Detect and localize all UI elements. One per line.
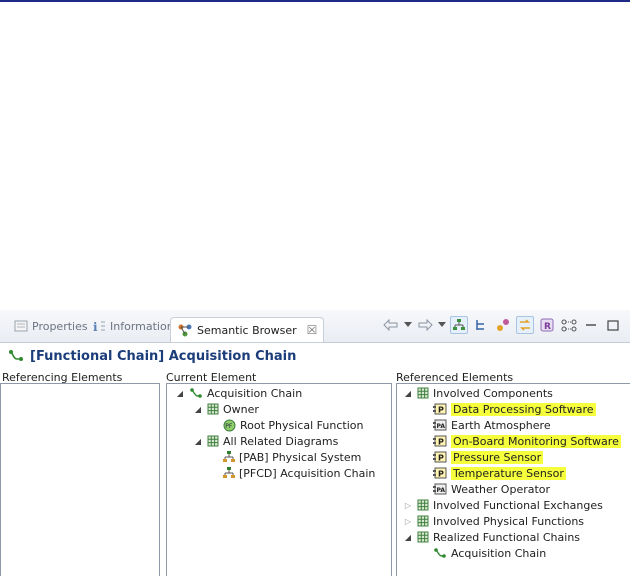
semantic-browser-panel: Properties ℹ Information Semantic Browse… [0, 310, 630, 576]
tree-label: Involved Components [433, 386, 553, 400]
minimize-icon[interactable] [582, 316, 600, 334]
tree-item[interactable]: ▷ Involved Physical Functions [403, 513, 584, 529]
functional-chain-icon [189, 387, 203, 399]
close-icon[interactable]: ☒ [307, 323, 318, 337]
tab-semantic-browser[interactable]: Semantic Browser ☒ [170, 317, 325, 342]
tree-label: Weather Operator [451, 482, 551, 496]
back-arrow-icon[interactable] [382, 316, 400, 334]
svg-text:P: P [438, 454, 444, 463]
top-border-line [0, 0, 630, 2]
tab-label: Information [110, 319, 174, 333]
physical-component-icon: P [433, 467, 447, 479]
tree-item[interactable]: PA Earth Atmosphere [433, 417, 551, 433]
maximize-icon[interactable] [604, 316, 622, 334]
grid-category-icon [417, 515, 429, 527]
tree-label: Earth Atmosphere [451, 418, 551, 432]
properties-icon [14, 320, 28, 332]
grid-category-icon [417, 531, 429, 543]
tab-label: Properties [32, 319, 88, 333]
tree-label: [PFCD] Acquisition Chain [239, 466, 376, 480]
collapse-triangle-icon[interactable]: ▷ [403, 501, 413, 510]
link-icon[interactable] [494, 316, 512, 334]
view-toolbar: R [382, 316, 622, 334]
expand-triangle-icon[interactable]: ◢ [403, 389, 413, 398]
svg-text:PA: PA [437, 423, 446, 430]
tree-label: Pressure Sensor [451, 450, 544, 464]
dropdown-icon[interactable] [404, 316, 412, 334]
r-icon[interactable]: R [538, 316, 556, 334]
semantic-browser-icon [177, 323, 193, 337]
tab-information[interactable]: ℹ Information [92, 315, 174, 337]
svg-text:PF: PF [225, 423, 233, 430]
expand-triangle-icon[interactable]: ◢ [193, 405, 203, 414]
title-text: [Functional Chain] Acquisition Chain [30, 348, 297, 364]
grid-category-icon [207, 435, 219, 447]
expand-triangle-icon[interactable]: ◢ [175, 389, 185, 398]
svg-text:P: P [438, 470, 444, 479]
diagram-icon [223, 451, 235, 463]
tree-label: Data Processing Software [451, 402, 596, 416]
functional-chain-icon [433, 547, 447, 559]
physical-actor-icon: PA [433, 419, 447, 431]
tree-label: Acquisition Chain [451, 546, 547, 560]
tree-item[interactable]: ◢ Involved Components [403, 385, 553, 401]
tree-label: On-Board Monitoring Software [451, 434, 621, 448]
tree-item[interactable]: P Pressure Sensor [433, 449, 544, 465]
tree-item[interactable]: PF Root Physical Function [223, 417, 363, 433]
tree-label: Realized Functional Chains [433, 530, 581, 544]
diagram-icon[interactable] [450, 316, 468, 334]
tree-label: Involved Physical Functions [433, 514, 585, 528]
tree-item[interactable]: P Data Processing Software [433, 401, 596, 417]
tree-item[interactable]: Acquisition Chain [433, 545, 546, 561]
grid-category-icon [207, 403, 219, 415]
diagram-icon [223, 467, 235, 479]
hierarchy-icon[interactable] [472, 316, 490, 334]
tree-label: All Related Diagrams [223, 434, 339, 448]
tree-item[interactable]: P On-Board Monitoring Software [433, 433, 621, 449]
dropdown-icon[interactable] [438, 316, 446, 334]
tree-item[interactable]: ◢ Acquisition Chain [175, 385, 302, 401]
view-tab-bar: Properties ℹ Information Semantic Browse… [0, 310, 630, 343]
physical-actor-icon: PA [433, 483, 447, 495]
current-element-tree[interactable]: ◢ Acquisition Chain ◢ Owner PF Root Phys… [166, 383, 392, 576]
forward-arrow-icon[interactable] [416, 316, 434, 334]
tree-label: Acquisition Chain [207, 386, 303, 400]
physical-function-icon: PF [223, 419, 236, 432]
svg-text:P: P [438, 438, 444, 447]
tab-label: Semantic Browser [197, 323, 297, 337]
expand-triangle-icon[interactable]: ◢ [403, 533, 413, 542]
svg-text:R: R [544, 322, 551, 332]
physical-component-icon: P [433, 451, 447, 463]
view-menu-icon[interactable] [560, 316, 578, 334]
tree-item[interactable]: ◢ Realized Functional Chains [403, 529, 580, 545]
tab-properties[interactable]: Properties [14, 315, 88, 337]
tree-label: Owner [223, 402, 259, 416]
tree-item[interactable]: ◢ All Related Diagrams [193, 433, 338, 449]
grid-category-icon [417, 387, 429, 399]
tree-label: Temperature Sensor [451, 466, 566, 480]
tree-item[interactable]: P Temperature Sensor [433, 465, 566, 481]
tree-item[interactable]: PA Weather Operator [433, 481, 550, 497]
grid-category-icon [417, 499, 429, 511]
referencing-elements-tree[interactable] [0, 383, 160, 576]
expand-triangle-icon[interactable]: ◢ [193, 437, 203, 446]
tree-item[interactable]: [PFCD] Acquisition Chain [223, 465, 375, 481]
tree-item[interactable]: ◢ Owner [193, 401, 259, 417]
tree-item[interactable]: ▷ Involved Functional Exchanges [403, 497, 603, 513]
svg-text:P: P [438, 406, 444, 415]
physical-component-icon: P [433, 403, 447, 415]
collapse-triangle-icon[interactable]: ▷ [403, 517, 413, 526]
tree-label: Involved Functional Exchanges [433, 498, 603, 512]
tree-label: Root Physical Function [240, 418, 364, 432]
svg-text:PA: PA [437, 487, 446, 494]
sync-icon[interactable] [516, 316, 534, 334]
information-icon: ℹ [92, 319, 106, 333]
referenced-elements-tree[interactable]: ◢ Involved Components P Data Processing … [396, 383, 630, 576]
page-title: [Functional Chain] Acquisition Chain [8, 347, 296, 365]
tree-label: [PAB] Physical System [239, 450, 362, 464]
physical-component-icon: P [433, 435, 447, 447]
functional-chain-icon [8, 349, 24, 363]
svg-text:ℹ: ℹ [93, 320, 98, 333]
tree-item[interactable]: [PAB] Physical System [223, 449, 361, 465]
